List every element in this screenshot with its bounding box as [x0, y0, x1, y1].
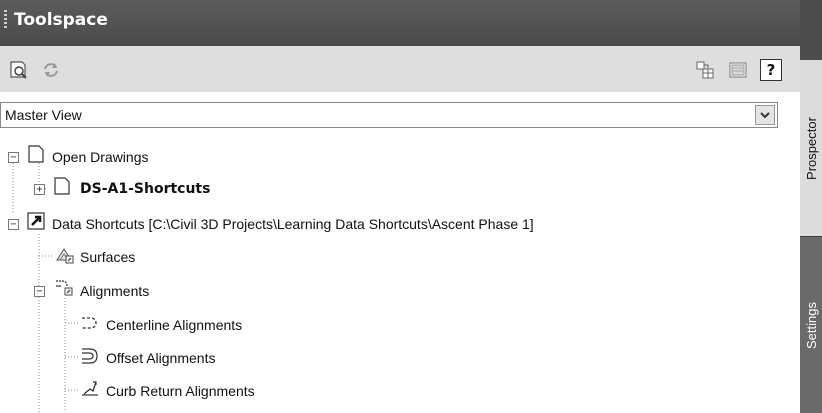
tree-node-offset-alignments[interactable]: Offset Alignments: [106, 346, 215, 370]
tree-node-surfaces[interactable]: Surfaces: [80, 245, 135, 269]
tree-node-curb-return-alignments[interactable]: Curb Return Alignments: [106, 379, 255, 403]
grip-handle[interactable]: [4, 10, 7, 28]
activate-drawing-icon[interactable]: [8, 59, 30, 81]
tree-connector-lines: [12, 163, 78, 412]
drawing-icon: [54, 177, 70, 195]
tab-prospector[interactable]: Prospector: [800, 60, 822, 236]
tab-settings[interactable]: Settings: [800, 236, 822, 413]
tree-node-open-drawings[interactable]: Open Drawings: [52, 145, 149, 169]
expand-toggle[interactable]: +: [34, 184, 45, 195]
prospector-tree: − Open Drawings + DS-A1-Shortcuts − Data…: [0, 133, 800, 412]
centerline-alignments-icon: [82, 317, 97, 329]
curb-return-alignments-icon: [82, 381, 98, 396]
tree-node-drawing[interactable]: DS-A1-Shortcuts: [80, 177, 210, 201]
alignments-icon: [56, 280, 73, 296]
collapse-toggle[interactable]: −: [34, 286, 45, 297]
view-selector-value: Master View: [5, 107, 82, 123]
data-shortcuts-icon: [27, 212, 45, 230]
tree-node-alignments[interactable]: Alignments: [80, 279, 149, 303]
tab-prospector-label: Prospector: [803, 116, 819, 180]
view-selector-dropdown[interactable]: Master View: [0, 102, 778, 128]
tab-settings-label: Settings: [803, 301, 819, 349]
collapse-toggle[interactable]: −: [8, 219, 19, 230]
tree-node-centerline-alignments[interactable]: Centerline Alignments: [106, 313, 242, 337]
refresh-icon[interactable]: [40, 59, 62, 81]
tree-node-data-shortcuts[interactable]: Data Shortcuts [C:\Civil 3D Projects\Lea…: [52, 212, 534, 236]
chevron-down-icon[interactable]: [755, 105, 775, 125]
panel-title-bar[interactable]: Toolspace: [0, 0, 800, 46]
panel-title: Toolspace: [14, 10, 108, 30]
toggle-item-view-icon[interactable]: [694, 59, 716, 81]
toolbar: ?: [0, 46, 800, 92]
help-icon[interactable]: ?: [760, 59, 782, 81]
surfaces-icon: [56, 248, 74, 264]
collapse-toggle[interactable]: −: [8, 152, 19, 163]
drawing-folder-icon: [28, 145, 44, 163]
toggle-list-view-icon[interactable]: [727, 59, 749, 81]
offset-alignments-icon: [82, 348, 98, 364]
